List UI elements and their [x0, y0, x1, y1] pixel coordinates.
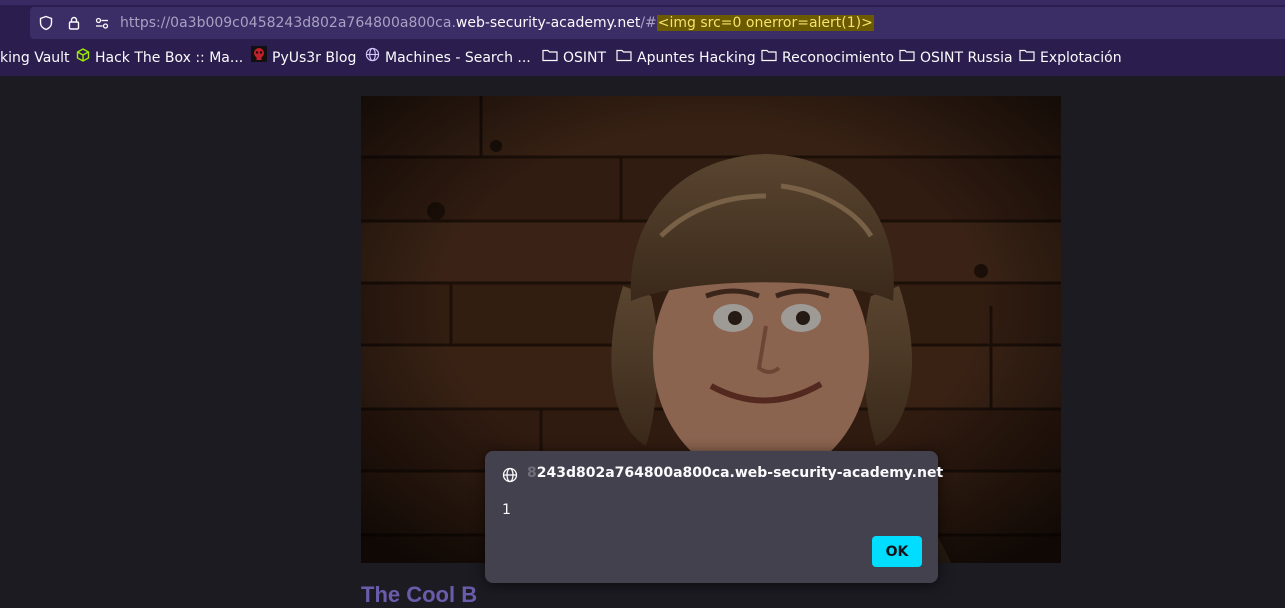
url-path: /# [640, 15, 657, 31]
bookmark-label: PyUs3r Blog [272, 50, 357, 66]
url-host: web-security-academy.net [455, 15, 641, 31]
bookmark-label: Explotación [1040, 50, 1122, 66]
bookmark-label: Hack The Box :: Ma... [95, 50, 244, 66]
url-prefix: https://0a3b009c0458243d802a764800a800ca… [120, 15, 456, 31]
tab-strip [0, 0, 1285, 5]
folder-icon [616, 44, 632, 72]
browser-toolbar: https://0a3b009c0458243d802a764800a800ca… [0, 0, 1285, 76]
folder-icon [1019, 44, 1035, 72]
bookmark-folder-apuntes[interactable]: Apuntes Hacking [616, 44, 756, 72]
url-text[interactable]: https://0a3b009c0458243d802a764800a800ca… [120, 7, 874, 39]
bookmark-folder-reconocimiento[interactable]: Reconocimiento [761, 44, 894, 72]
skull-icon [251, 44, 267, 72]
permissions-icon[interactable] [92, 7, 112, 39]
folder-icon [899, 44, 915, 72]
bookmark-folder-explotacion[interactable]: Explotación [1019, 44, 1122, 72]
lock-icon[interactable] [64, 7, 84, 39]
dialog-origin-faded: 8 [527, 465, 537, 481]
ok-button[interactable]: OK [872, 536, 922, 567]
bookmark-folder-osint[interactable]: OSINT [542, 44, 606, 72]
address-bar[interactable]: https://0a3b009c0458243d802a764800a800ca… [30, 7, 1285, 39]
folder-icon [761, 44, 777, 72]
bookmark-label: OSINT Russia [920, 50, 1013, 66]
folder-icon [542, 44, 558, 72]
bookmark-label: king Vault [0, 50, 70, 66]
bookmark-hackthebox[interactable]: Hack The Box :: Ma... [76, 44, 243, 72]
bookmarks-toolbar: king Vault Hack The Box :: Ma... PyUs3r … [0, 44, 1285, 72]
dialog-origin: 8243d802a764800a800ca.web-security-acade… [527, 465, 943, 481]
bookmark-label: Apuntes Hacking [637, 50, 756, 66]
url-payload-highlight: <img src=0 onerror=alert(1)> [656, 15, 874, 31]
htb-cube-icon [76, 44, 90, 72]
bookmark-label: Reconocimiento [782, 50, 895, 66]
globe-icon [365, 44, 380, 72]
bookmark-machines-search[interactable]: Machines - Search ... [365, 44, 531, 72]
bookmark-label: OSINT [563, 50, 607, 66]
globe-icon [502, 467, 518, 487]
bookmark-label: Machines - Search ... [385, 50, 531, 66]
bookmark-vault[interactable]: king Vault [0, 44, 70, 72]
alert-dialog: 8243d802a764800a800ca.web-security-acade… [485, 451, 943, 583]
dialog-message: 1 [502, 502, 511, 518]
blog-post-title[interactable]: The Cool B [361, 582, 477, 608]
bookmark-folder-osint-russia[interactable]: OSINT Russia [899, 44, 1013, 72]
tracking-shield-icon[interactable] [36, 7, 56, 39]
dialog-origin-text: 243d802a764800a800ca.web-security-academ… [536, 465, 944, 481]
bookmark-pyus3r-blog[interactable]: PyUs3r Blog [251, 44, 356, 72]
